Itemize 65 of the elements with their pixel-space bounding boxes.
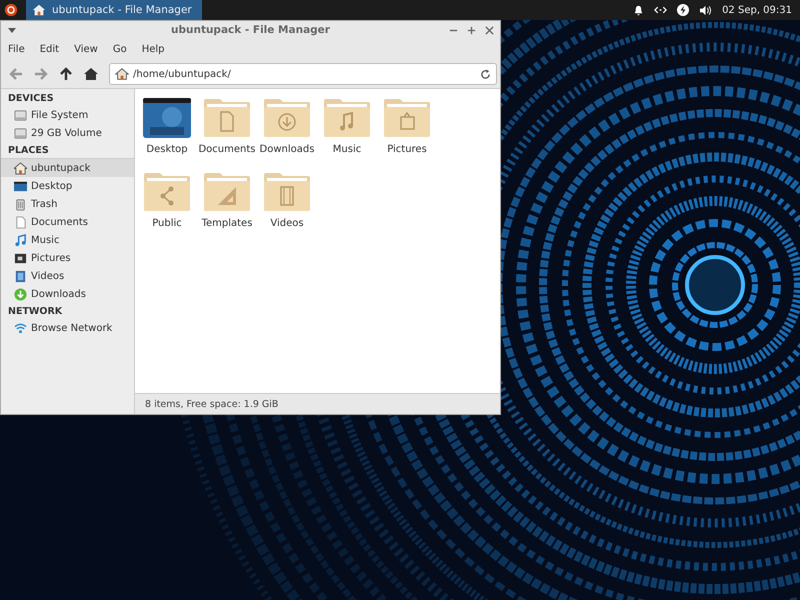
desktop-icon bbox=[14, 180, 27, 192]
window-title: ubuntupack - File Manager bbox=[170, 24, 331, 36]
menu-item[interactable]: Help bbox=[142, 44, 165, 55]
folder-icon bbox=[262, 97, 312, 139]
folder-icon bbox=[322, 97, 372, 139]
power-icon[interactable] bbox=[677, 4, 690, 16]
folder-icon bbox=[202, 171, 252, 213]
folder-item[interactable]: Videos bbox=[257, 171, 317, 245]
folder-item[interactable]: Documents bbox=[197, 97, 257, 171]
close-icon[interactable] bbox=[485, 26, 494, 34]
network-icon[interactable] bbox=[654, 5, 668, 15]
sidebar-item[interactable]: Browse Network bbox=[1, 319, 134, 337]
film-icon bbox=[14, 270, 27, 282]
folder-item[interactable]: Desktop bbox=[137, 97, 197, 171]
window-menu-caret-icon[interactable] bbox=[8, 28, 16, 32]
picture-icon bbox=[14, 252, 27, 264]
folder-icon bbox=[142, 171, 192, 213]
home-icon[interactable] bbox=[84, 67, 98, 81]
status-bar: 8 items, Free space: 1.9 GiB bbox=[135, 393, 500, 414]
sidebar-item[interactable]: Pictures bbox=[1, 249, 134, 267]
menu-item[interactable]: Edit bbox=[40, 44, 60, 55]
music-note-icon bbox=[14, 234, 27, 246]
sidebar-item[interactable]: Music bbox=[1, 231, 134, 249]
wifi-icon bbox=[14, 322, 27, 334]
folder-item[interactable]: Music bbox=[317, 97, 377, 171]
folder-item[interactable]: Public bbox=[137, 171, 197, 245]
menu-item[interactable]: File bbox=[8, 44, 25, 55]
sidebar-item[interactable]: 29 GB Volume bbox=[1, 124, 134, 142]
sidebar-heading: DEVICES bbox=[7, 92, 55, 106]
sidebar-item[interactable]: ubuntupack bbox=[1, 158, 134, 177]
taskbar-item[interactable]: ubuntupack - File Manager bbox=[26, 0, 202, 20]
clock[interactable]: 02 Sep, 09:31 bbox=[722, 4, 792, 16]
sidebar-item[interactable]: Documents bbox=[1, 213, 134, 231]
menu-item[interactable]: Go bbox=[112, 44, 127, 55]
folder-item[interactable]: Pictures bbox=[377, 97, 437, 171]
sidebar-item[interactable]: Videos bbox=[1, 267, 134, 285]
sidebar-heading: NETWORK bbox=[7, 305, 64, 319]
home-icon bbox=[14, 162, 27, 174]
folder-item[interactable]: Templates bbox=[197, 171, 257, 245]
location-field[interactable]: /home/ubuntupack/ bbox=[109, 63, 497, 85]
maximize-icon[interactable] bbox=[467, 26, 476, 34]
reload-icon[interactable] bbox=[480, 68, 491, 80]
up-arrow-icon[interactable] bbox=[59, 67, 73, 81]
volume-icon[interactable] bbox=[699, 4, 712, 16]
sidebar-item[interactable]: Trash bbox=[1, 195, 134, 213]
download-icon bbox=[14, 288, 27, 300]
sidebar-item[interactable]: Desktop bbox=[1, 177, 134, 195]
document-icon bbox=[14, 216, 27, 228]
folder-icon bbox=[262, 171, 312, 213]
menu-item[interactable]: View bbox=[74, 44, 98, 55]
drive-icon bbox=[14, 108, 27, 122]
menu-logo-icon[interactable] bbox=[4, 3, 18, 17]
home-icon bbox=[32, 3, 46, 17]
folder-icon bbox=[382, 97, 432, 139]
sidebar-heading: PLACES bbox=[7, 144, 50, 158]
drive-icon bbox=[14, 126, 27, 140]
desktop-folder-icon bbox=[142, 97, 192, 139]
home-icon bbox=[115, 67, 129, 81]
folder-icon bbox=[202, 97, 252, 139]
bell-icon[interactable] bbox=[633, 4, 644, 16]
sidebar-item[interactable]: File System bbox=[1, 106, 134, 124]
sidebar-item[interactable]: Downloads bbox=[1, 285, 134, 303]
glowing-orb-drawing bbox=[685, 255, 745, 315]
trash-icon bbox=[14, 198, 27, 210]
folder-item[interactable]: Downloads bbox=[257, 97, 317, 171]
